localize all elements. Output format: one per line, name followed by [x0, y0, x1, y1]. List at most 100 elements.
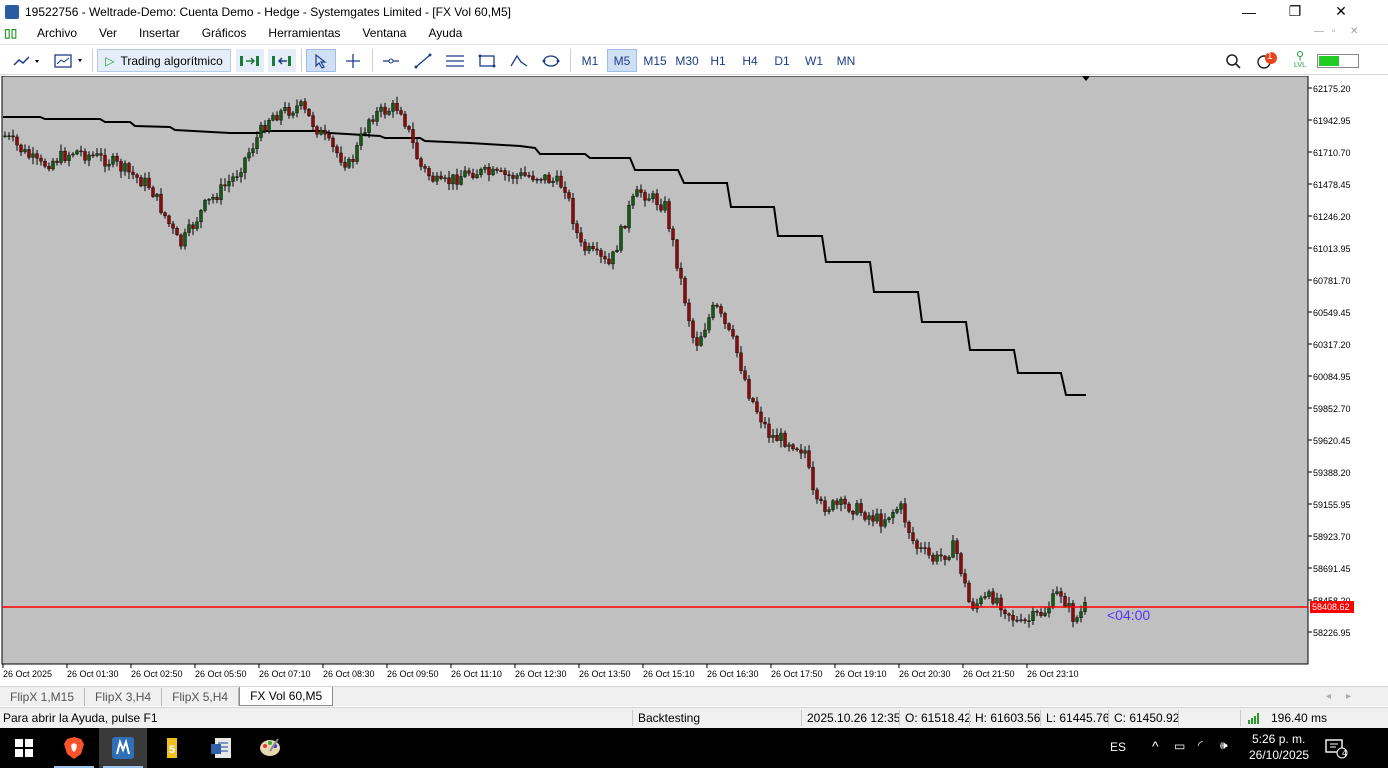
menu-herramientas[interactable]: Herramientas: [257, 23, 351, 43]
candle-body: [439, 175, 443, 179]
candle-body: [595, 248, 599, 251]
start-icon[interactable]: [0, 728, 48, 768]
candle-body: [71, 153, 75, 156]
candle-body: [567, 192, 571, 199]
candle-body: [827, 509, 831, 512]
candle-body: [323, 129, 327, 135]
candle-body: [395, 103, 399, 111]
candle-body: [291, 112, 295, 116]
language-indicator[interactable]: ES: [1110, 740, 1126, 754]
menu-ver[interactable]: Ver: [88, 23, 128, 43]
battery-icon[interactable]: ▭: [1174, 739, 1185, 753]
clock-date[interactable]: 26/10/2025: [1249, 748, 1309, 762]
pitchfork-icon[interactable]: [504, 49, 534, 72]
connection-strength-icon[interactable]: [1316, 49, 1360, 72]
candle-body: [627, 204, 631, 229]
tab-fx-vol-60-m5[interactable]: FX Vol 60,M5: [239, 687, 334, 706]
candle-body: [319, 129, 323, 135]
action-center-icon[interactable]: 4: [1316, 728, 1356, 768]
mdi-close-icon[interactable]: ✕: [1350, 26, 1358, 37]
candle-body: [1003, 609, 1007, 615]
time-tick-label: 26 Oct 02:50: [131, 669, 183, 679]
candle-body: [471, 173, 475, 178]
tab-scroll-right-icon[interactable]: ▸: [1346, 691, 1351, 702]
timeframe-d1[interactable]: D1: [767, 49, 797, 72]
menu-insertar[interactable]: Insertar: [128, 23, 191, 43]
mdi-restore-icon[interactable]: ▫: [1332, 26, 1336, 37]
candle-body: [351, 159, 355, 162]
price-tick-label: 58226.95: [1313, 628, 1351, 638]
timeframe-h4[interactable]: H4: [735, 49, 765, 72]
candle-body: [47, 166, 51, 170]
menu-ventana[interactable]: Ventana: [351, 23, 417, 43]
trendline-icon[interactable]: [408, 49, 438, 72]
candle-body: [967, 582, 971, 603]
price-chart[interactable]: 62175.20 61942.95 61710.70 61478.45 61246.20…: [0, 76, 1388, 686]
candle-body: [1039, 612, 1043, 616]
horizontal-line-icon[interactable]: [376, 49, 406, 72]
paint-app-icon[interactable]: [246, 728, 294, 768]
tab-flipx-1-m15[interactable]: FlipX 1,M15: [0, 687, 86, 706]
document-app-icon[interactable]: [198, 728, 246, 768]
timeframe-m30[interactable]: M30: [671, 49, 703, 72]
timeframe-m15[interactable]: M15: [639, 49, 671, 72]
file-explorer-icon[interactable]: 5: [148, 728, 196, 768]
clock-time[interactable]: 5:26 p. m.: [1252, 732, 1305, 746]
candle-body: [507, 174, 511, 176]
candle-body: [539, 178, 543, 181]
wifi-icon[interactable]: ◜: [1198, 738, 1203, 752]
mdi-minimize-icon[interactable]: —: [1314, 26, 1324, 37]
brave-browser-icon[interactable]: [50, 728, 98, 768]
price-tick-label: 59388.20: [1313, 468, 1351, 478]
tab-flipx-3-h4[interactable]: FlipX 3,H4: [85, 687, 163, 706]
volume-icon[interactable]: 🕪: [1220, 738, 1228, 753]
timeframe-m5[interactable]: M5: [607, 49, 637, 72]
metatrader-icon[interactable]: [99, 728, 147, 768]
minimize-button[interactable]: —: [1226, 0, 1272, 23]
tab-flipx-5-h4[interactable]: FlipX 5,H4: [162, 687, 240, 706]
channel-icon[interactable]: [440, 49, 470, 72]
tab-scroll-left-icon[interactable]: ◂: [1326, 691, 1331, 702]
candle-body: [51, 160, 55, 170]
candle-body: [911, 532, 915, 541]
candlestick-chart[interactable]: 62175.20 61942.95 61710.70 61478.45 61246.20…: [0, 76, 1388, 686]
candle-body: [851, 511, 855, 515]
templates-icon[interactable]: [50, 49, 88, 72]
candle-body: [899, 503, 903, 510]
buy-sell-icon[interactable]: [236, 49, 264, 72]
menu-ayuda[interactable]: Ayuda: [417, 23, 473, 43]
candle-body: [751, 398, 755, 402]
shapes-icon[interactable]: [536, 49, 566, 72]
search-icon[interactable]: [1220, 49, 1246, 72]
tray-expand-icon[interactable]: ^: [1152, 738, 1159, 754]
candle-body: [415, 142, 419, 159]
menu-archivo[interactable]: Archivo: [26, 23, 88, 43]
candle-body: [331, 137, 335, 148]
candle-body: [923, 547, 927, 549]
notifications-icon[interactable]: 1: [1252, 49, 1280, 72]
mode-text: Backtesting: [638, 711, 701, 725]
candle-body: [579, 232, 583, 243]
candle-body: [251, 148, 255, 153]
candle-body: [171, 223, 175, 229]
close-positions-icon[interactable]: [268, 49, 296, 72]
candle-body: [571, 198, 575, 224]
timeframe-m1[interactable]: M1: [575, 49, 605, 72]
cursor-icon[interactable]: [306, 49, 336, 72]
timeframe-w1[interactable]: W1: [799, 49, 829, 72]
menu-graficos[interactable]: Gráficos: [191, 23, 258, 43]
rectangle-icon[interactable]: [472, 49, 502, 72]
candle-body: [383, 106, 387, 115]
timeframe-h1[interactable]: H1: [703, 49, 733, 72]
maximize-button[interactable]: ❐: [1272, 0, 1318, 23]
candle-body: [855, 503, 859, 515]
timeframe-mn[interactable]: MN: [831, 49, 861, 72]
candle-body: [219, 184, 223, 200]
chart-type-icon[interactable]: [8, 49, 46, 72]
crosshair-icon[interactable]: [338, 49, 368, 72]
close-button[interactable]: ✕: [1318, 0, 1364, 23]
signal-icon[interactable]: ⚲ LVL: [1288, 49, 1312, 72]
candle-body: [199, 210, 203, 223]
candle-body: [315, 126, 319, 135]
algo-trading-button[interactable]: ▷ Trading algorítmico: [97, 49, 231, 72]
